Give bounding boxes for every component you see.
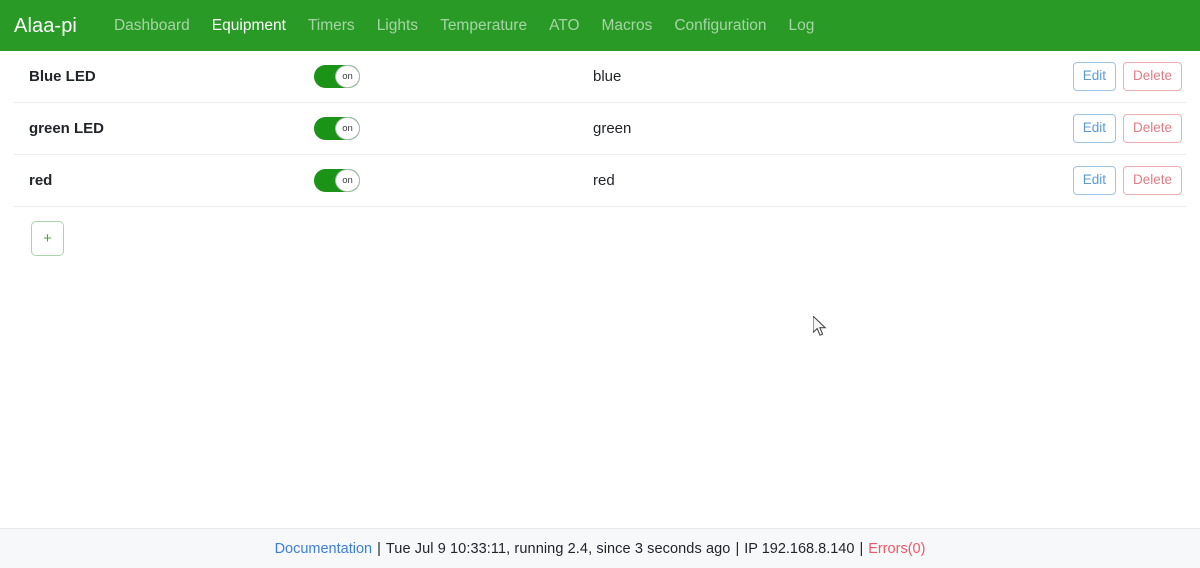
edit-button[interactable]: Edit bbox=[1072, 114, 1116, 143]
row-actions: Edit Delete bbox=[1072, 62, 1186, 91]
equipment-outlet: green bbox=[593, 120, 632, 137]
nav-item-macros[interactable]: Macros bbox=[591, 10, 664, 42]
add-equipment-area: + bbox=[14, 207, 1186, 256]
equipment-toggle-cell: on bbox=[314, 169, 589, 192]
documentation-link[interactable]: Documentation bbox=[275, 541, 373, 557]
top-navbar: Alaa-pi Dashboard Equipment Timers Light… bbox=[0, 0, 1200, 51]
app-window: Alaa-pi Dashboard Equipment Timers Light… bbox=[0, 0, 1200, 568]
edit-button[interactable]: Edit bbox=[1072, 62, 1116, 91]
table-row: green LED on green Edit Delete bbox=[14, 103, 1186, 155]
edit-button[interactable]: Edit bbox=[1072, 166, 1116, 195]
equipment-toggle-cell: on bbox=[314, 65, 589, 88]
table-row: red on red Edit Delete bbox=[14, 155, 1186, 207]
footer-separator-2: | bbox=[735, 540, 740, 557]
toggle-knob-label: on bbox=[335, 117, 360, 140]
nav-menu: Dashboard Equipment Timers Lights Temper… bbox=[103, 10, 825, 42]
nav-item-dashboard[interactable]: Dashboard bbox=[103, 10, 201, 42]
errors-link[interactable]: Errors(0) bbox=[868, 541, 925, 557]
toggle-knob-label: on bbox=[335, 65, 360, 88]
equipment-list: Blue LED on blue Edit Delete green LED o… bbox=[0, 51, 1200, 528]
delete-button[interactable]: Delete bbox=[1122, 166, 1182, 195]
nav-item-configuration[interactable]: Configuration bbox=[663, 10, 777, 42]
toggle-knob-label: on bbox=[335, 169, 360, 192]
equipment-outlet: blue bbox=[593, 68, 622, 85]
power-toggle[interactable]: on bbox=[314, 117, 360, 140]
nav-item-temperature[interactable]: Temperature bbox=[429, 10, 538, 42]
status-footer: Documentation | Tue Jul 9 10:33:11, runn… bbox=[0, 528, 1200, 568]
ip-address-text: IP 192.168.8.140 bbox=[744, 540, 855, 557]
delete-button[interactable]: Delete bbox=[1122, 62, 1182, 91]
mouse-cursor-icon bbox=[813, 316, 827, 336]
nav-item-lights[interactable]: Lights bbox=[366, 10, 429, 42]
equipment-name: red bbox=[29, 172, 53, 189]
equipment-toggle-cell: on bbox=[314, 117, 589, 140]
equipment-name: Blue LED bbox=[29, 68, 96, 85]
row-actions: Edit Delete bbox=[1072, 166, 1186, 195]
nav-item-ato[interactable]: ATO bbox=[538, 10, 590, 42]
delete-button[interactable]: Delete bbox=[1122, 114, 1182, 143]
nav-item-timers[interactable]: Timers bbox=[297, 10, 366, 42]
equipment-name: green LED bbox=[29, 120, 105, 137]
footer-separator-3: | bbox=[859, 540, 864, 557]
nav-item-equipment[interactable]: Equipment bbox=[201, 10, 297, 42]
power-toggle[interactable]: on bbox=[314, 65, 360, 88]
table-row: Blue LED on blue Edit Delete bbox=[14, 51, 1186, 103]
nav-item-log[interactable]: Log bbox=[778, 10, 826, 42]
power-toggle[interactable]: on bbox=[314, 169, 360, 192]
system-status-text: Tue Jul 9 10:33:11, running 2.4, since 3… bbox=[385, 540, 731, 557]
brand-logo[interactable]: Alaa-pi bbox=[12, 16, 77, 36]
add-equipment-button[interactable]: + bbox=[31, 221, 64, 256]
equipment-outlet: red bbox=[593, 172, 615, 189]
footer-separator-1: | bbox=[377, 540, 381, 557]
row-actions: Edit Delete bbox=[1072, 114, 1186, 143]
